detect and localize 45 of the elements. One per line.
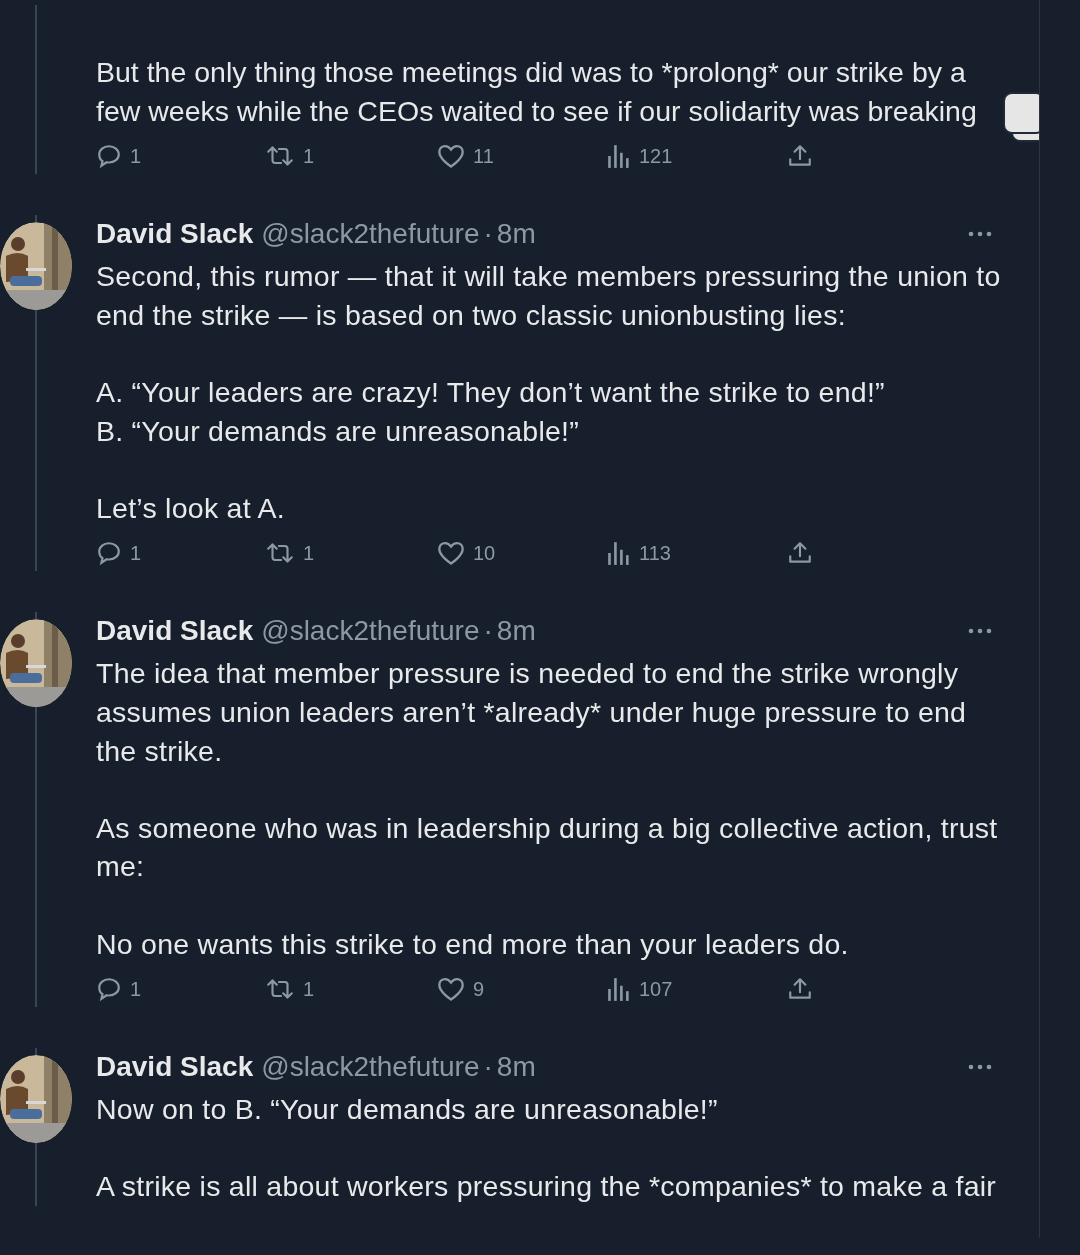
views-icon: [607, 976, 631, 1003]
post-text: A strike is all about workers pressuring the *companies* to make a fair: [96, 1169, 998, 1205]
post-text: No one wants this strike to end more than your leaders do.: [96, 926, 850, 962]
author-handle[interactable]: @slack2thefuture: [261, 1051, 480, 1084]
heart-icon: [437, 540, 465, 567]
post-time[interactable]: 8m: [496, 615, 536, 648]
post-text: Second, this rumor — that it will take members pressuring the union to end the strike — is based on two classic unionbusting lies:: [96, 259, 1002, 333]
reply-button[interactable]: 1: [96, 976, 142, 1003]
reply-icon: [96, 143, 122, 170]
like-button[interactable]: 10: [437, 540, 496, 567]
views-button[interactable]: 107: [607, 976, 673, 1003]
repost-button[interactable]: 1: [265, 976, 315, 1003]
like-button[interactable]: 11: [437, 143, 494, 170]
separator-dot: ·: [483, 615, 493, 648]
heart-icon: [437, 143, 465, 170]
like-button[interactable]: 9: [437, 976, 485, 1003]
post-text: As someone who was in leadership during a big collective action, trust me:: [96, 810, 999, 885]
more-icon[interactable]: [968, 628, 992, 635]
more-icon[interactable]: [968, 1064, 992, 1071]
more-icon[interactable]: [968, 231, 992, 238]
heart-icon: [437, 976, 465, 1003]
post-text: Let’s look at A.: [96, 490, 286, 526]
views-button[interactable]: 121: [607, 143, 673, 170]
author-name[interactable]: David Slack: [96, 218, 254, 251]
reply-icon: [96, 540, 122, 567]
views-icon: [607, 540, 631, 567]
post-time[interactable]: 8m: [496, 218, 536, 251]
post-text: Now on to B. “Your demands are unreasonable!”: [96, 1092, 719, 1128]
views-button[interactable]: 113: [607, 540, 671, 567]
post-time[interactable]: 8m: [496, 1051, 536, 1084]
separator-dot: ·: [483, 218, 493, 251]
post-text: But the only thing those meetings did was to *prolong* our strike by a few weeks while the CEOs waited to see if our solidarity was breaking: [96, 55, 978, 129]
separator-dot: ·: [483, 1051, 493, 1084]
author-name[interactable]: David Slack: [96, 615, 254, 648]
author-handle[interactable]: @slack2thefuture: [261, 615, 480, 648]
author-handle[interactable]: @slack2thefuture: [261, 218, 480, 251]
post-text: The idea that member pressure is needed to end the strike wrongly assumes union leaders aren’t *already* under huge pressure to end the strike.: [96, 656, 968, 769]
author-name[interactable]: David Slack: [96, 1051, 254, 1084]
repost-button[interactable]: 1: [265, 540, 315, 567]
post-text: A. “Your leaders are crazy! They don’t want the strike to end!” B. “Your demands are unreasonable!”: [96, 374, 886, 449]
reply-button[interactable]: 1: [96, 540, 142, 567]
reply-icon: [96, 976, 122, 1003]
reply-button[interactable]: 1: [96, 143, 142, 170]
views-icon: [607, 143, 631, 170]
repost-button[interactable]: 1: [265, 143, 315, 170]
